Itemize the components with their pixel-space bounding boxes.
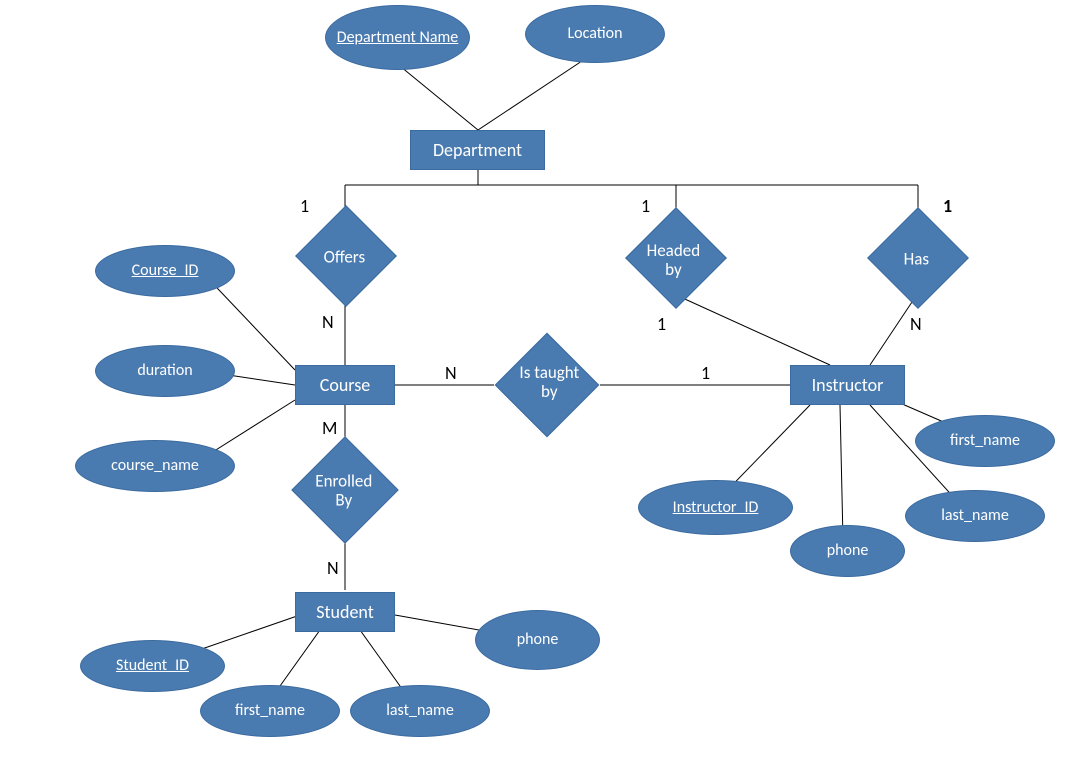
- entity-instructor: Instructor: [790, 365, 905, 405]
- attr-duration: duration: [95, 345, 235, 397]
- card-taught-instr: 1: [701, 362, 710, 384]
- entity-department: Department: [410, 130, 545, 170]
- card-headed-dept: 1: [641, 195, 650, 217]
- card-has-dept: 1: [943, 195, 952, 217]
- attr-location: Location: [525, 5, 665, 63]
- entity-student: Student: [295, 592, 395, 632]
- attr-instructor-id: Instructor_ID: [638, 480, 793, 535]
- card-enrolled-course: M: [322, 417, 337, 439]
- card-enrolled-student: N: [327, 557, 339, 579]
- card-headed-instr: 1: [657, 313, 666, 335]
- attr-department-name: Department Name: [325, 5, 470, 70]
- card-offers-dept: 1: [300, 195, 309, 217]
- entity-course: Course: [295, 365, 395, 405]
- attr-student-phone: phone: [475, 610, 600, 670]
- card-taught-course: N: [445, 362, 457, 384]
- attr-instructor-first-name: first_name: [915, 415, 1055, 467]
- attr-instructor-phone: phone: [790, 525, 905, 577]
- attr-instructor-last-name: last_name: [905, 490, 1045, 542]
- attr-student-first-name: first_name: [200, 685, 340, 737]
- card-offers-course: N: [322, 311, 334, 333]
- attr-course-name: course_name: [75, 440, 235, 492]
- card-has-instr: N: [910, 313, 922, 335]
- attr-student-last-name: last_name: [350, 685, 490, 737]
- attr-student-id: Student_ID: [80, 640, 225, 692]
- attr-course-id: Course_ID: [95, 245, 235, 297]
